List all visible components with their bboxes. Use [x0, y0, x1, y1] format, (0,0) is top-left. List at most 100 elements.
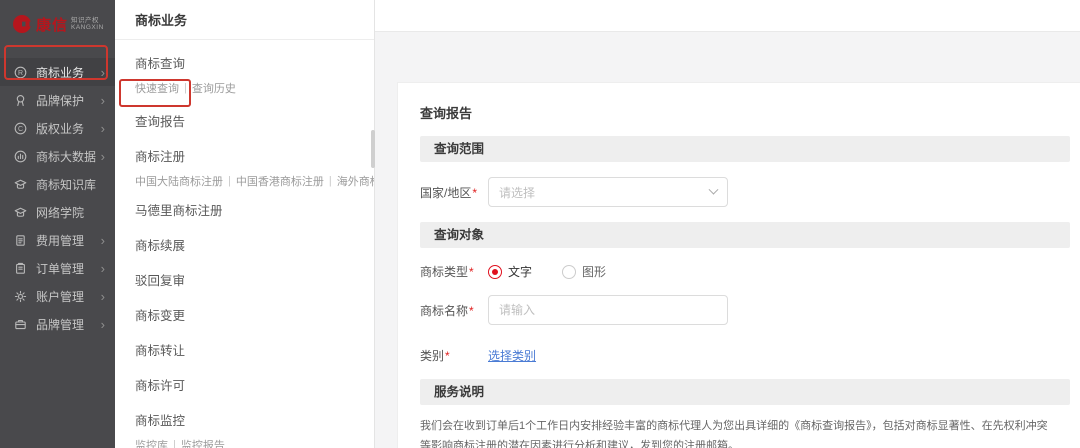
- bar-chart-circle-icon: [14, 150, 27, 163]
- sidebar-item-copyright-business[interactable]: C 版权业务 ›: [0, 114, 115, 142]
- registered-trademark-icon: R: [14, 66, 27, 79]
- submenu-sublinks-search: 快速查询 | 查询历史: [135, 80, 374, 99]
- trademark-type-label: 商标类型*: [420, 263, 488, 280]
- chevron-right-icon: ›: [101, 262, 105, 275]
- radio-selected-icon: [488, 265, 502, 279]
- trademark-name-row: 商标名称*: [420, 295, 1070, 325]
- chevron-down-icon: [709, 184, 719, 194]
- trademark-type-radio-group: 文字 图形: [488, 263, 606, 280]
- sidebar-item-label: 品牌管理: [36, 316, 84, 333]
- category-label: 类别*: [420, 347, 488, 364]
- section-header-target: 查询对象: [420, 222, 1070, 248]
- brand-subtitle-cn: 知识产权: [71, 17, 104, 24]
- chevron-right-icon: ›: [101, 94, 105, 107]
- main-area: 查询报告 查询范围 国家/地区* 请选择 查询对象 商标类型* 文字 图形: [375, 0, 1080, 448]
- sidebar-item-label: 订单管理: [36, 260, 84, 277]
- top-bar: [375, 0, 1080, 32]
- svg-text:R: R: [18, 70, 23, 77]
- submenu-item-madrid-registration[interactable]: 马德里商标注册: [135, 192, 374, 227]
- sublink-overseas-registration[interactable]: 海外商标注册: [337, 173, 374, 189]
- submenu-item-trademark-license[interactable]: 商标许可: [135, 367, 374, 402]
- clipboard-icon: [14, 262, 27, 275]
- required-asterisk: *: [469, 304, 474, 318]
- submenu-item-rejection-review[interactable]: 驳回复审: [135, 262, 374, 297]
- trademark-submenu-panel: 商标业务 商标查询 快速查询 | 查询历史 查询报告 商标注册 中国大陆商标注册…: [115, 0, 375, 448]
- sidebar-item-label: 网络学院: [36, 204, 84, 221]
- query-report-card: 查询报告 查询范围 国家/地区* 请选择 查询对象 商标类型* 文字 图形: [397, 82, 1080, 448]
- submenu-item-trademark-search[interactable]: 商标查询: [135, 45, 374, 80]
- sidebar-item-label: 品牌保护: [36, 92, 84, 109]
- chevron-right-icon: ›: [101, 66, 105, 79]
- sidebar-nav: R 商标业务 › 品牌保护 › C 版权业务 › 商标大数据 ›: [0, 48, 115, 338]
- chevron-right-icon: ›: [101, 234, 105, 247]
- svg-text:C: C: [18, 126, 23, 133]
- sublink-monitoring-library[interactable]: 监控库: [135, 437, 168, 448]
- primary-sidebar: 康信 知识产权 KANGXIN R 商标业务 › 品牌保护 › C 版权业务 ›: [0, 0, 115, 448]
- sidebar-item-brand-protection[interactable]: 品牌保护 ›: [0, 86, 115, 114]
- sidebar-item-trademark-business[interactable]: R 商标业务 ›: [0, 58, 115, 86]
- country-select-placeholder: 请选择: [499, 184, 710, 201]
- sidebar-item-label: 账户管理: [36, 288, 84, 305]
- submenu-item-trademark-renewal[interactable]: 商标续展: [135, 227, 374, 262]
- graduation-cap-icon: [14, 178, 27, 191]
- radio-unselected-icon: [562, 265, 576, 279]
- submenu-item-query-report[interactable]: 查询报告: [135, 103, 374, 138]
- radio-option-text[interactable]: 文字: [488, 263, 532, 280]
- separator: |: [228, 175, 231, 187]
- trademark-name-label: 商标名称*: [420, 302, 488, 319]
- sidebar-item-label: 商标业务: [36, 64, 84, 81]
- sidebar-item-trademark-knowledge[interactable]: 商标知识库: [0, 170, 115, 198]
- trademark-type-row: 商标类型* 文字 图形: [420, 263, 1070, 280]
- document-icon: [14, 234, 27, 247]
- country-label: 国家/地区*: [420, 184, 488, 201]
- chevron-right-icon: ›: [101, 150, 105, 163]
- sidebar-item-fee-management[interactable]: 费用管理 ›: [0, 226, 115, 254]
- brand-name: 康信: [36, 14, 68, 35]
- radio-label: 文字: [508, 263, 532, 280]
- sidebar-item-brand-management[interactable]: 品牌管理 ›: [0, 310, 115, 338]
- sublink-quick-search[interactable]: 快速查询: [135, 80, 179, 96]
- submenu-item-trademark-monitoring[interactable]: 商标监控: [135, 402, 374, 437]
- separator: |: [184, 82, 187, 94]
- sidebar-item-account-management[interactable]: 账户管理 ›: [0, 282, 115, 310]
- sublink-monitoring-report[interactable]: 监控报告: [181, 437, 225, 448]
- separator: |: [173, 439, 176, 448]
- select-category-link[interactable]: 选择类别: [488, 347, 536, 364]
- sublink-hongkong-registration[interactable]: 中国香港商标注册: [236, 173, 324, 189]
- country-select[interactable]: 请选择: [488, 177, 728, 207]
- submenu-item-trademark-change[interactable]: 商标变更: [135, 297, 374, 332]
- chevron-right-icon: ›: [101, 318, 105, 331]
- sidebar-item-label: 版权业务: [36, 120, 84, 137]
- brand-subtitle-en: KANGXIN: [71, 24, 104, 31]
- submenu-sublinks-monitoring: 监控库 | 监控报告: [135, 437, 374, 448]
- category-row: 类别* 选择类别: [420, 347, 1070, 364]
- country-field-row: 国家/地区* 请选择: [420, 177, 1070, 207]
- sidebar-item-online-academy[interactable]: 网络学院: [0, 198, 115, 226]
- submenu-item-trademark-transfer[interactable]: 商标转让: [135, 332, 374, 367]
- briefcase-icon: [14, 318, 27, 331]
- sublink-search-history[interactable]: 查询历史: [192, 80, 236, 96]
- section-header-scope: 查询范围: [420, 136, 1070, 162]
- submenu-item-trademark-registration[interactable]: 商标注册: [135, 138, 374, 173]
- submenu-sublinks-registration: 中国大陆商标注册 | 中国香港商标注册 | 海外商标注册 |: [135, 173, 374, 192]
- required-asterisk: *: [445, 349, 450, 363]
- service-description: 我们会在收到订单后1个工作日内安排经验丰富的商标代理人为您出具详细的《商标查询报…: [420, 417, 1058, 448]
- graduation-cap-icon: [14, 206, 27, 219]
- radio-option-image[interactable]: 图形: [562, 263, 606, 280]
- brand-logo: 康信 知识产权 KANGXIN: [0, 0, 115, 48]
- sidebar-item-label: 商标大数据: [36, 148, 96, 165]
- submenu-list: 商标查询 快速查询 | 查询历史 查询报告 商标注册 中国大陆商标注册 | 中国…: [115, 40, 374, 448]
- radio-label: 图形: [582, 263, 606, 280]
- sidebar-item-order-management[interactable]: 订单管理 ›: [0, 254, 115, 282]
- required-asterisk: *: [469, 265, 474, 279]
- sidebar-item-trademark-bigdata[interactable]: 商标大数据 ›: [0, 142, 115, 170]
- section-header-service: 服务说明: [420, 379, 1070, 405]
- gear-icon: [14, 290, 27, 303]
- sublink-mainland-registration[interactable]: 中国大陆商标注册: [135, 173, 223, 189]
- copyright-icon: C: [14, 122, 27, 135]
- chevron-right-icon: ›: [101, 122, 105, 135]
- sidebar-item-label: 费用管理: [36, 232, 84, 249]
- trademark-name-input[interactable]: [488, 295, 728, 325]
- medal-icon: [14, 94, 27, 107]
- page-title: 查询报告: [420, 103, 1070, 122]
